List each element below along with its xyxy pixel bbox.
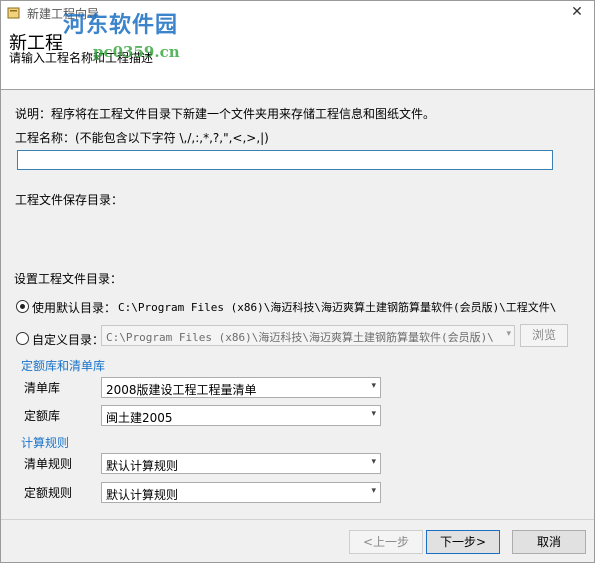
default-dir-radio[interactable] bbox=[16, 300, 29, 313]
quota-section-title: 定额库和清单库 bbox=[21, 359, 106, 373]
quota-library-value: 闽土建2005 bbox=[106, 411, 173, 425]
custom-dir-select[interactable]: C:\Program Files (x86)\海迈科技\海迈爽算土建钢筋算量软件… bbox=[101, 325, 515, 346]
quota-library-select[interactable]: 闽土建2005 ▾ bbox=[101, 405, 381, 426]
chevron-down-icon: ▾ bbox=[371, 381, 376, 391]
watermark-url: pc0359.cn bbox=[93, 43, 180, 61]
quota-rule-value: 默认计算规则 bbox=[106, 488, 179, 502]
custom-dir-path: C:\Program Files (x86)\海迈科技\海迈爽算土建钢筋算量软件… bbox=[106, 331, 494, 344]
list-library-label: 清单库 bbox=[24, 381, 61, 395]
custom-dir-radio[interactable] bbox=[16, 332, 29, 345]
default-dir-path: C:\Program Files (x86)\海迈科技\海迈爽算土建钢筋算量软件… bbox=[118, 301, 557, 314]
list-library-select[interactable]: 2008版建设工程工程量清单 ▾ bbox=[101, 377, 381, 398]
chevron-down-icon: ▾ bbox=[506, 329, 511, 339]
list-rule-label: 清单规则 bbox=[24, 457, 73, 471]
save-dir-label: 工程文件保存目录： bbox=[15, 193, 124, 207]
wizard-window: 新建工程向导 ✕ 新工程 请输入工程名称和工程描述 河东软件园 pc0359.c… bbox=[0, 0, 595, 563]
default-dir-label[interactable]: 使用默认目录： bbox=[32, 299, 116, 316]
note-text: 说明：程序将在工程文件目录下新建一个文件夹用来存储工程信息和图纸文件。 bbox=[15, 107, 436, 121]
list-library-value: 2008版建设工程工程量清单 bbox=[106, 383, 257, 397]
browse-button[interactable]: 浏览 bbox=[520, 324, 568, 347]
custom-dir-label[interactable]: 自定义目录： bbox=[32, 331, 104, 348]
footer-divider bbox=[1, 519, 594, 520]
rules-section-title: 计算规则 bbox=[21, 436, 70, 450]
list-rule-value: 默认计算规则 bbox=[106, 459, 179, 473]
close-icon[interactable]: ✕ bbox=[564, 1, 590, 23]
chevron-down-icon: ▾ bbox=[371, 457, 376, 467]
project-name-input[interactable] bbox=[17, 150, 553, 170]
quota-library-label: 定额库 bbox=[24, 409, 61, 423]
prev-button[interactable]: <上一步 bbox=[349, 530, 423, 554]
cancel-button[interactable]: 取消 bbox=[512, 530, 586, 554]
dir-section-label: 设置工程文件目录： bbox=[14, 272, 123, 286]
next-button[interactable]: 下一步> bbox=[426, 530, 500, 554]
quota-rule-select[interactable]: 默认计算规则 ▾ bbox=[101, 482, 381, 503]
watermark-logo: 河东软件园 bbox=[63, 12, 179, 38]
wizard-icon bbox=[7, 7, 20, 19]
list-rule-select[interactable]: 默认计算规则 ▾ bbox=[101, 453, 381, 474]
chevron-down-icon: ▾ bbox=[371, 486, 376, 496]
chevron-down-icon: ▾ bbox=[371, 409, 376, 419]
project-name-label: 工程名称：(不能包含以下字符 \,/,:,*,?,",<,>,|) bbox=[15, 131, 269, 145]
quota-rule-label: 定额规则 bbox=[24, 486, 73, 500]
